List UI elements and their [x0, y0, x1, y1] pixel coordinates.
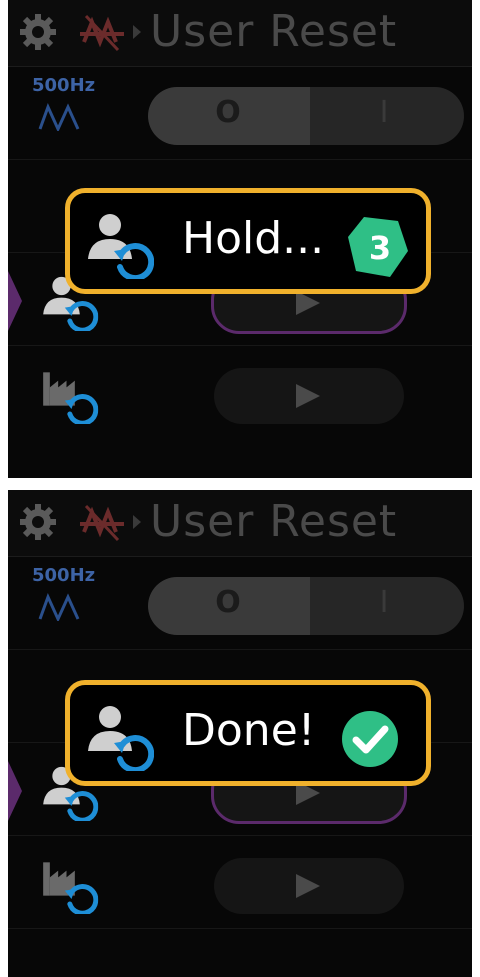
chevron-right-icon: [133, 25, 141, 39]
page-title: User Reset: [150, 496, 398, 547]
signal-off-icon: [80, 504, 124, 542]
header-bar: User Reset: [8, 490, 472, 557]
countdown-badge-icon: 3: [348, 217, 408, 277]
screen-hold: User Reset 500Hz O I Hold... 3: [8, 0, 472, 478]
countdown-number: 3: [369, 229, 391, 267]
done-popup: Done!: [65, 680, 431, 786]
toggle-off-label: O: [215, 585, 241, 620]
selection-marker: [8, 761, 22, 821]
chevron-right-icon: [133, 515, 141, 529]
frequency-label: 500Hz: [32, 75, 96, 96]
popup-message: Done!: [182, 705, 316, 756]
factory-reset-icon: [34, 364, 104, 424]
frequency-label: 500Hz: [32, 565, 96, 586]
hold-popup: Hold... 3: [65, 188, 431, 294]
factory-reset-play-button[interactable]: [214, 858, 404, 914]
popup-message: Hold...: [182, 213, 325, 264]
toggle-on-label: I: [379, 585, 389, 620]
factory-reset-play-button[interactable]: [214, 368, 404, 424]
frequency-row: 500Hz O I: [8, 557, 472, 650]
selection-marker: [8, 271, 22, 331]
gear-icon[interactable]: [18, 502, 58, 542]
gear-icon[interactable]: [18, 12, 58, 52]
signal-off-icon: [80, 14, 124, 52]
header-bar: User Reset: [8, 0, 472, 67]
frequency-toggle[interactable]: O I: [148, 577, 464, 635]
toggle-off-label: O: [215, 95, 241, 130]
factory-reset-row[interactable]: [8, 836, 472, 929]
sine-wave-icon: [38, 103, 80, 131]
factory-reset-icon: [34, 854, 104, 914]
check-circle-icon: [342, 711, 398, 767]
toggle-on-label: I: [379, 95, 389, 130]
frequency-toggle[interactable]: O I: [148, 87, 464, 145]
sine-wave-icon: [38, 593, 80, 621]
user-reset-icon: [84, 699, 154, 771]
play-icon: [296, 384, 320, 408]
play-icon: [296, 874, 320, 898]
page-title: User Reset: [150, 6, 398, 57]
user-reset-icon: [84, 207, 154, 279]
frequency-row: 500Hz O I: [8, 67, 472, 160]
screen-done: User Reset 500Hz O I Done!: [8, 490, 472, 977]
factory-reset-row[interactable]: [8, 346, 472, 438]
